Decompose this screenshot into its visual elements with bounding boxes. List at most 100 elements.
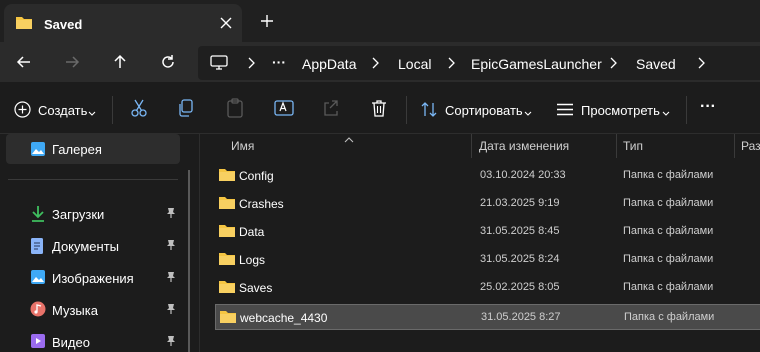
rename-icon[interactable]	[274, 98, 294, 120]
breadcrumb-saved[interactable]: Saved	[636, 56, 676, 72]
paste-icon[interactable]	[226, 98, 244, 120]
create-label: Создать	[38, 103, 88, 118]
file-row-webcache[interactable]: webcache_4430 31.05.2025 8:27 Папка с фа…	[215, 304, 760, 330]
column-header-size[interactable]: Раз	[741, 139, 760, 153]
pin-icon[interactable]	[166, 271, 176, 286]
file-type: Папка с файлами	[623, 281, 714, 293]
chevron-right-icon[interactable]	[696, 57, 706, 69]
sidebar-item-label: Загрузки	[52, 207, 105, 222]
refresh-icon[interactable]	[158, 52, 178, 72]
sidebar-item-label: Изображения	[52, 271, 134, 286]
sort-icon	[420, 101, 438, 121]
file-date: 21.03.2025 9:19	[480, 197, 560, 209]
pin-icon[interactable]	[166, 303, 176, 318]
file-type: Папка с файлами	[623, 225, 714, 237]
toolbar-divider	[112, 96, 113, 124]
folder-icon	[219, 168, 235, 184]
column-divider[interactable]	[734, 134, 735, 158]
view-button[interactable]: Просмотреть	[550, 94, 678, 124]
create-button[interactable]: Создать	[8, 94, 100, 124]
file-type: Папка с файлами	[624, 311, 715, 323]
view-list-icon	[556, 103, 574, 119]
video-icon	[30, 333, 46, 352]
file-name: Config	[239, 169, 274, 183]
column-divider[interactable]	[471, 134, 472, 158]
navigation-pane: Галерея Загрузки Документы Изображения М…	[0, 134, 200, 352]
column-header-date[interactable]: Дата изменения	[479, 139, 569, 153]
sidebar-item-label: Галерея	[52, 142, 102, 157]
file-date: 03.10.2024 20:33	[480, 169, 566, 181]
sort-button[interactable]: Сортировать	[414, 94, 538, 124]
file-type: Папка с файлами	[623, 169, 714, 181]
breadcrumb-appdata[interactable]: AppData	[302, 56, 356, 72]
pin-icon[interactable]	[166, 239, 176, 254]
file-row-crashes[interactable]: Crashes 21.03.2025 9:19 Папка с файлами	[215, 191, 760, 217]
pin-icon[interactable]	[166, 335, 176, 350]
tab-saved[interactable]: Saved	[4, 4, 242, 42]
sort-ascending-icon	[344, 132, 354, 146]
toolbar-divider	[686, 96, 687, 124]
plus-circle-icon	[14, 101, 31, 123]
back-arrow-icon[interactable]	[14, 52, 34, 72]
breadcrumb-local[interactable]: Local	[398, 56, 431, 72]
column-header-row: Имя Дата изменения Тип Раз	[201, 134, 760, 158]
file-type: Папка с файлами	[623, 197, 714, 209]
file-date: 31.05.2025 8:27	[481, 311, 561, 323]
sidebar-item-label: Видео	[52, 335, 90, 350]
file-row-config[interactable]: Config 03.10.2024 20:33 Папка с файлами	[215, 163, 760, 189]
folder-icon	[15, 15, 33, 33]
sidebar-scrollbar[interactable]	[188, 170, 190, 352]
folder-icon	[219, 252, 235, 268]
file-row-data[interactable]: Data 31.05.2025 8:45 Папка с файлами	[215, 219, 760, 245]
close-icon[interactable]	[218, 15, 234, 31]
file-name: Crashes	[239, 197, 284, 211]
sidebar-item-gallery[interactable]: Галерея	[6, 134, 180, 164]
file-name: webcache_4430	[240, 311, 328, 325]
column-header-type[interactable]: Тип	[623, 139, 643, 153]
file-row-logs[interactable]: Logs 31.05.2025 8:24 Папка с файлами	[215, 247, 760, 273]
forward-arrow-icon[interactable]	[62, 52, 82, 72]
file-type: Папка с файлами	[623, 253, 714, 265]
sidebar-item-documents[interactable]: Документы	[6, 232, 186, 260]
new-tab-icon[interactable]	[258, 12, 276, 30]
delete-icon[interactable]	[370, 98, 388, 120]
file-date: 31.05.2025 8:45	[480, 225, 560, 237]
view-label: Просмотреть	[581, 103, 660, 118]
column-header-name[interactable]: Имя	[231, 139, 254, 153]
pin-icon[interactable]	[166, 207, 176, 222]
sidebar-item-downloads[interactable]: Загрузки	[6, 200, 186, 228]
chevron-down-icon	[88, 106, 96, 120]
chevron-down-icon	[662, 106, 670, 120]
more-options-button[interactable]: ···	[700, 98, 716, 116]
share-icon[interactable]	[322, 98, 340, 120]
folder-icon	[219, 224, 235, 240]
address-bar[interactable]: ··· AppData Local EpicGamesLauncher Save…	[198, 46, 760, 80]
column-divider[interactable]	[616, 134, 617, 158]
file-list: Имя Дата изменения Тип Раз Config 03.10.…	[201, 134, 760, 352]
sidebar-item-label: Музыка	[52, 303, 98, 318]
gallery-icon	[30, 141, 46, 160]
toolbar-divider	[406, 96, 407, 124]
up-arrow-icon[interactable]	[110, 52, 130, 72]
download-icon	[30, 205, 46, 226]
sidebar-item-music[interactable]: Музыка	[6, 296, 186, 324]
chevron-right-icon	[370, 57, 380, 69]
sidebar-item-pictures[interactable]: Изображения	[6, 264, 186, 292]
breadcrumb-more[interactable]: ···	[272, 54, 286, 70]
file-row-saves[interactable]: Saves 25.02.2025 8:05 Папка с файлами	[215, 275, 760, 301]
sidebar-item-label: Документы	[52, 239, 120, 254]
cut-icon[interactable]	[130, 98, 148, 120]
tab-bar: Saved	[0, 0, 760, 42]
folder-icon	[220, 310, 236, 326]
sidebar-item-videos[interactable]: Видео	[6, 328, 186, 352]
picture-icon	[30, 269, 46, 288]
music-icon	[30, 301, 46, 320]
file-date: 31.05.2025 8:24	[480, 253, 560, 265]
breadcrumb-epicgameslauncher[interactable]: EpicGamesLauncher	[471, 56, 602, 72]
navigation-bar: ··· AppData Local EpicGamesLauncher Save…	[0, 42, 760, 82]
chevron-down-icon	[524, 106, 532, 120]
computer-icon[interactable]	[210, 55, 228, 74]
sidebar-divider	[8, 179, 178, 180]
copy-icon[interactable]	[177, 98, 195, 120]
folder-icon	[219, 280, 235, 296]
